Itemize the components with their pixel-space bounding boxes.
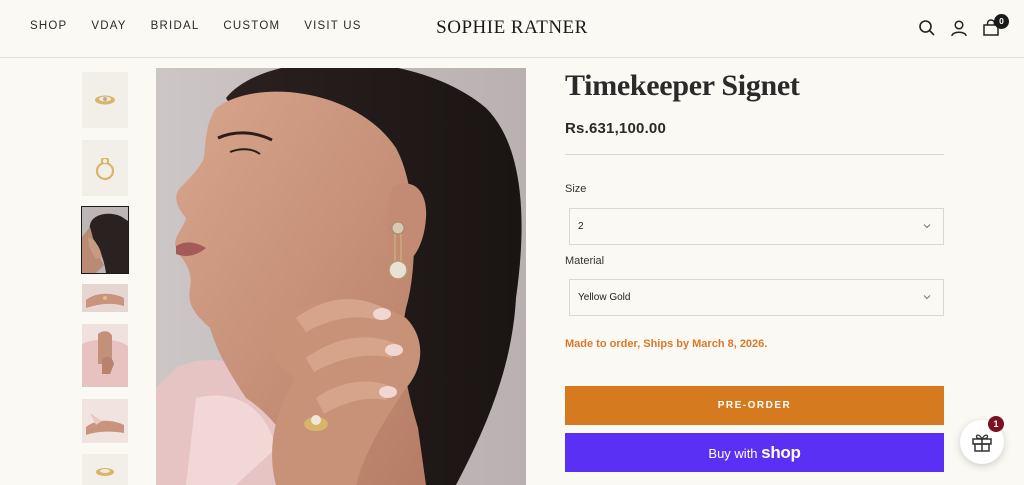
pre-order-button[interactable]: PRE-ORDER [565,386,944,425]
main-product-image[interactable] [156,68,526,485]
model-pink-thumb-icon [82,324,128,387]
divider [565,154,944,155]
material-select[interactable]: Yellow Gold [569,279,944,316]
search-icon[interactable] [918,19,936,37]
material-label: Material [565,255,605,267]
thumbnail-ring-side[interactable] [82,140,128,196]
material-select-value: Yellow Gold [578,292,631,303]
product-title: Timekeeper Signet [565,69,800,102]
shop-pay-logo: shop [761,443,801,462]
nav-shop[interactable]: SHOP [30,20,67,32]
header-icons: 0 [918,14,1009,37]
nav-custom[interactable]: CUSTOM [223,20,280,32]
cart-icon[interactable]: 0 [982,14,1009,37]
buy-with-shop-button[interactable]: Buy with shop [565,433,944,472]
model-earring-thumb-icon [82,207,128,273]
thumbnail-hand-ring[interactable] [82,284,128,312]
cart-count-badge: 0 [994,14,1009,29]
shipping-notice: Made to order, Ships by March 8, 2026. [565,338,768,350]
nav-vday[interactable]: VDAY [91,20,126,32]
thumbnail-ring-detail[interactable] [82,454,128,485]
chevron-down-icon [923,224,931,229]
product-price: Rs.631,100.00 [565,120,667,137]
hand-ring-thumb-icon [82,284,128,312]
buy-with-label: Buy with [708,446,758,461]
brand-logo[interactable]: SOPHIE RATNER [436,17,588,38]
nav-bridal[interactable]: BRIDAL [151,20,200,32]
nav-visit-us[interactable]: VISIT US [304,20,361,32]
gift-icon [972,434,992,452]
ring-top-icon [95,95,115,105]
thumbnail-model-earring[interactable] [81,206,129,274]
size-select[interactable]: 2 [569,208,944,245]
hands-pink-thumb-icon [82,399,128,443]
thumbnail-model-pink[interactable] [82,324,128,387]
account-icon[interactable] [950,19,968,37]
chevron-down-icon [923,295,931,300]
ring-detail-thumb-icon [96,468,114,476]
gift-count-badge: 1 [988,416,1004,432]
size-select-value: 2 [578,221,584,232]
size-label: Size [565,183,587,195]
site-header: SHOP VDAY BRIDAL CUSTOM VISIT US SOPHIE … [0,0,1024,58]
thumbnail-hands-pink[interactable] [82,399,128,443]
main-nav: SHOP VDAY BRIDAL CUSTOM VISIT US [30,20,386,32]
ring-side-icon [95,158,115,181]
model-portrait-image [156,68,526,485]
thumbnail-ring-top[interactable] [82,72,128,128]
